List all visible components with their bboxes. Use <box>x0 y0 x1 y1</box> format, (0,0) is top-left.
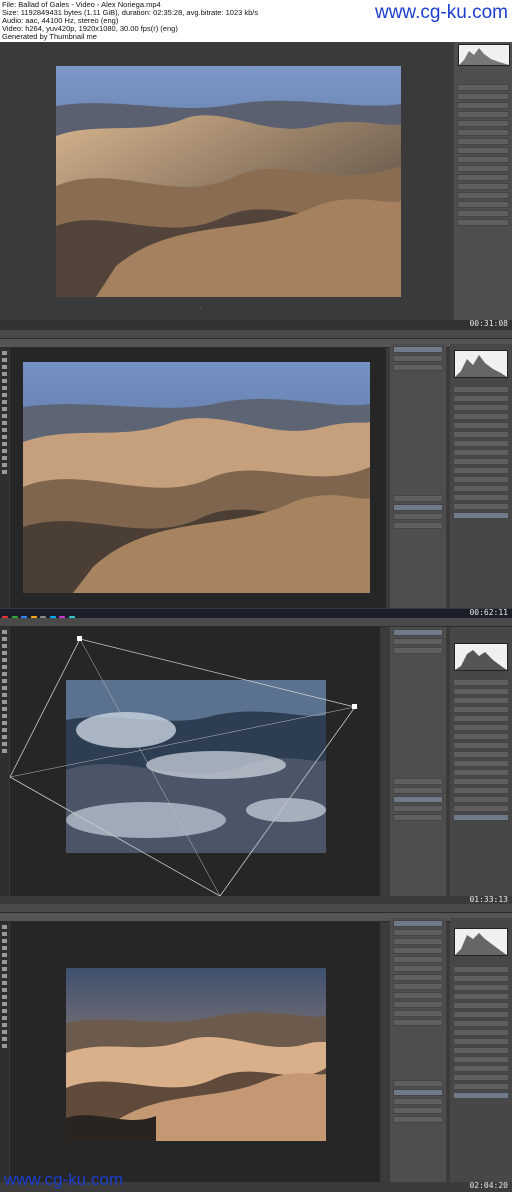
histogram <box>454 643 508 671</box>
frame-timestamp: 02:04:20 <box>469 1181 508 1190</box>
video-frame-3: 01:33:13 <box>0 618 512 906</box>
video-frame-1: ◦ 00:31:08 <box>0 42 512 330</box>
dune-image-1 <box>56 66 401 297</box>
document-canvas[interactable] <box>10 627 380 896</box>
menu-bar[interactable] <box>0 904 512 913</box>
transform-bounding-box[interactable] <box>10 627 380 896</box>
histogram-graph <box>455 650 507 670</box>
status-link[interactable]: ◦ <box>200 305 201 310</box>
frame-timestamp: 00:62:11 <box>469 608 508 617</box>
history-list[interactable] <box>450 384 512 521</box>
document-canvas[interactable] <box>10 348 386 608</box>
options-bar[interactable] <box>0 618 512 627</box>
tools-panel[interactable] <box>0 922 9 1182</box>
windows-taskbar[interactable] <box>0 609 512 618</box>
histogram <box>454 928 508 956</box>
dune-photo <box>56 66 401 297</box>
frame-timestamp: 01:33:13 <box>469 895 508 904</box>
histogram-graph <box>455 933 507 955</box>
generated-by-line: Generated by Thumbnail me <box>2 32 97 41</box>
dune-photo <box>23 362 370 593</box>
document-canvas[interactable] <box>10 922 380 1182</box>
watermark-top: www.cg-ku.com <box>374 2 508 23</box>
tools-panel[interactable] <box>0 627 9 896</box>
transform-handle[interactable] <box>77 636 82 641</box>
histogram-graph <box>459 48 509 65</box>
history-list[interactable] <box>450 677 512 823</box>
history-panel[interactable] <box>450 627 512 896</box>
watermark-bottom: www.cg-ku.com <box>4 1170 124 1189</box>
preview-area: ◦ <box>0 42 450 320</box>
camera-raw-panel <box>454 42 512 320</box>
histogram <box>458 44 510 66</box>
history-panel[interactable] <box>450 344 512 608</box>
layers-panel[interactable] <box>390 627 446 896</box>
histogram-graph <box>455 355 507 377</box>
tools-panel[interactable] <box>0 348 9 608</box>
video-frame-2: 00:62:11 <box>0 330 512 618</box>
dune-image-2 <box>23 362 370 593</box>
history-list[interactable] <box>450 964 512 1101</box>
menu-bar[interactable] <box>0 330 512 339</box>
adjustment-sliders[interactable] <box>454 82 512 228</box>
layers-panel[interactable] <box>390 344 446 608</box>
frame-timestamp: 00:31:08 <box>469 319 508 328</box>
transform-handle[interactable] <box>352 704 357 709</box>
history-panel[interactable] <box>450 918 512 1182</box>
video-frame-4: 02:04:20 <box>0 904 512 1192</box>
histogram <box>454 350 508 378</box>
dune-image-4 <box>66 968 326 1141</box>
bottom-bar <box>0 320 512 330</box>
dune-photo <box>66 968 326 1141</box>
layers-panel[interactable] <box>390 918 446 1182</box>
